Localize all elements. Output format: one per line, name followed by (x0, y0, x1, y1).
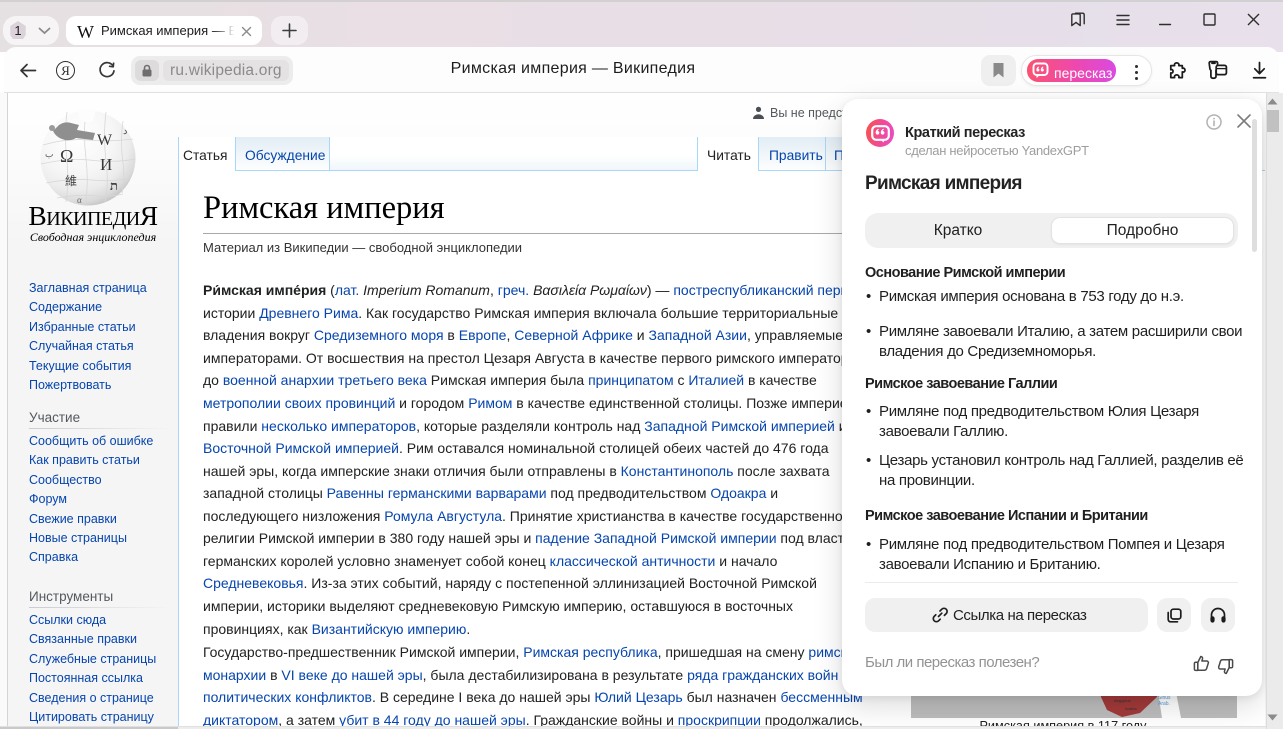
svg-text:Arabia: Arabia (1125, 706, 1137, 711)
svg-text:ת: ת (110, 178, 118, 193)
svg-text:د: د (123, 126, 127, 137)
svg-text:Ω: Ω (60, 146, 73, 166)
svg-text:ب: ب (45, 149, 53, 159)
svg-text:Aegyptus: Aegyptus (1114, 698, 1131, 703)
svg-text:維: 維 (65, 174, 77, 188)
svg-text:И: И (100, 155, 112, 174)
svg-text:Arab.: Arab. (1158, 701, 1170, 707)
svg-text:W: W (97, 132, 113, 149)
